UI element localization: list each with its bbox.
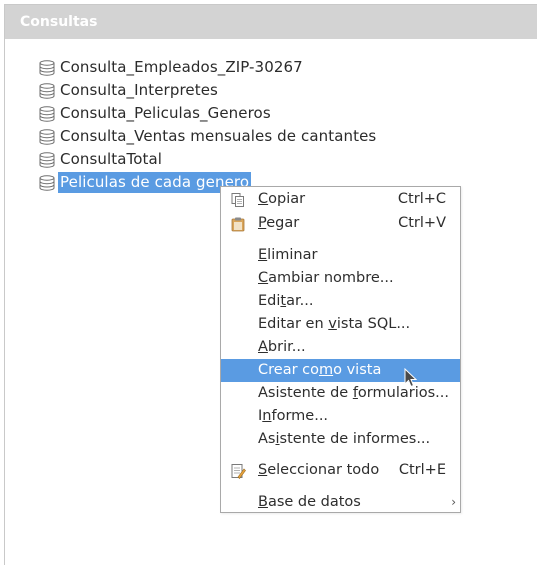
menu-item-shortcut: Ctrl+C [397, 191, 446, 207]
database-icon [39, 105, 55, 122]
tree-item-label: Consulta_Interpretes [60, 81, 218, 99]
paste-icon [231, 217, 245, 232]
panel-title: Consultas [5, 5, 537, 39]
menu-item-label: Cambiar nombre... [258, 270, 394, 286]
database-icon [39, 174, 55, 191]
context-menu: Copiar Ctrl+C Pegar Ctrl+V Eliminar Camb… [220, 186, 461, 513]
tree-item-consulta-ventas[interactable]: Consulta_Ventas mensuales de cantantes [38, 126, 376, 147]
menu-item-label: Copiar [258, 191, 306, 207]
menu-item-shortcut: Ctrl+V [398, 215, 446, 231]
menu-item-label: Informe... [258, 408, 329, 424]
menu-item-copiar[interactable]: Copiar Ctrl+C [221, 188, 460, 211]
tree-item-consulta-interpretes[interactable]: Consulta_Interpretes [38, 80, 218, 101]
menu-item-label: Pegar [258, 215, 300, 231]
tree-item-consulta-peliculas-generos[interactable]: Consulta_Peliculas_Generos [38, 103, 271, 124]
mouse-cursor-icon [404, 368, 418, 388]
menu-item-pegar[interactable]: Pegar Ctrl+V [221, 212, 460, 235]
database-icon [39, 59, 55, 76]
select-all-icon [231, 464, 246, 479]
menu-item-asistente-formularios[interactable]: Asistente de formularios... [221, 382, 460, 405]
menu-item-label: Eliminar [258, 247, 318, 263]
tree-item-consulta-empleados[interactable]: Consulta_Empleados_ZIP-30267 [38, 57, 303, 78]
database-icon [39, 151, 55, 168]
menu-item-asistente-informes[interactable]: Asistente de informes... [221, 428, 460, 451]
tree-item-consulta-total[interactable]: ConsultaTotal [38, 149, 162, 170]
menu-item-informe[interactable]: Informe... [221, 405, 460, 428]
tree-item-label: Consulta_Empleados_ZIP-30267 [60, 58, 303, 76]
menu-item-shortcut: Ctrl+E [398, 462, 446, 478]
database-icon [39, 82, 55, 99]
menu-item-editar-sql[interactable]: Editar en vista SQL... [221, 313, 460, 336]
menu-item-label: Asistente de formularios... [258, 385, 449, 401]
menu-item-eliminar[interactable]: Eliminar [221, 244, 460, 267]
chevron-right-icon: › [451, 495, 456, 509]
menu-item-label: Asistente de informes... [258, 431, 431, 447]
menu-item-label: Base de datos [258, 494, 361, 510]
menu-item-label: Editar... [258, 293, 314, 309]
database-icon [39, 128, 55, 145]
tree-item-label: ConsultaTotal [60, 150, 163, 168]
menu-item-cambiar-nombre[interactable]: Cambiar nombre... [221, 267, 460, 290]
menu-item-label: Abrir... [258, 339, 306, 355]
tree-item-label: Consulta_Peliculas_Generos [60, 104, 271, 122]
menu-item-abrir[interactable]: Abrir... [221, 336, 460, 359]
copy-icon [231, 193, 244, 207]
menu-item-crear-como-vista[interactable]: Crear como vista [221, 359, 460, 382]
menu-item-label: Crear como vista [258, 362, 382, 378]
menu-item-label: Seleccionar todo [258, 462, 380, 478]
menu-item-label: Editar en vista SQL... [258, 316, 411, 332]
tree-item-label: Consulta_Ventas mensuales de cantantes [60, 127, 377, 145]
menu-item-seleccionar-todo[interactable]: Seleccionar todo Ctrl+E [221, 459, 460, 482]
menu-item-editar[interactable]: Editar... [221, 290, 460, 313]
menu-item-base-de-datos[interactable]: Base de datos › [221, 491, 460, 514]
